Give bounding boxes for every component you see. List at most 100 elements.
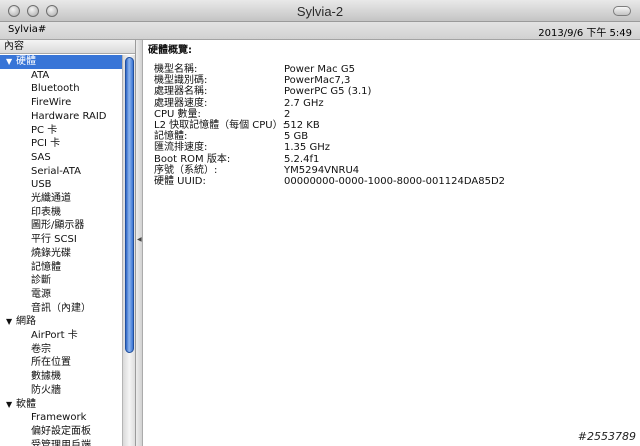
contents-sidebar: 內容 ▼ 硬體 ATA Bluetooth FireWire Hardware RAID P… [0, 40, 136, 446]
info-row: Boot ROM 版本: 5.2.4f1 [154, 154, 634, 165]
sidebar-item[interactable]: 卷宗 [0, 343, 122, 357]
sidebar-item-label: PCI 卡 [31, 138, 61, 150]
info-key: 處理器名稱: [154, 86, 208, 98]
info-value: 2 [284, 108, 291, 120]
info-row: 處理器名稱: PowerPC G5 (3.1) [154, 86, 634, 97]
sidebar-item-label: 偏好設定面板 [31, 425, 91, 437]
sidebar-item[interactable]: 光纖通道 [0, 192, 122, 206]
info-value: YM5294VNRU4 [284, 164, 360, 176]
sidebar-item[interactable]: 音訊（內建） [0, 302, 122, 316]
sidebar-item[interactable]: 燒錄光碟 [0, 247, 122, 261]
sidebar-item[interactable]: Framework [0, 411, 122, 425]
info-value: 2.7 GHz [284, 97, 324, 109]
sidebar-item-label: 卷宗 [31, 343, 51, 355]
sidebar-item[interactable]: ATA [0, 69, 122, 83]
info-key: 機型名稱: [154, 64, 198, 75]
info-value: PowerPC G5 (3.1) [284, 86, 372, 98]
sidebar-item[interactable]: PC 卡 [0, 124, 122, 138]
sidebar-item[interactable]: 數據機 [0, 370, 122, 384]
sidebar-section[interactable]: ▼ 網路 [0, 315, 122, 329]
sidebar-item-label: 燒錄光碟 [31, 247, 71, 259]
sidebar-item-label: 診斷 [31, 275, 51, 287]
info-row: 硬體 UUID: 00000000-0000-1000-8000-001124DA… [154, 176, 634, 187]
sidebar-item-label: 數據機 [31, 371, 61, 383]
info-value: PowerMac7,3 [284, 75, 351, 87]
info-value: 1.35 GHz [284, 142, 330, 154]
sidebar-item[interactable]: Serial-ATA [0, 165, 122, 179]
sidebar-item[interactable]: Hardware RAID [0, 110, 122, 124]
sidebar-item[interactable]: Bluetooth [0, 82, 122, 96]
sidebar-item[interactable]: 記憶體 [0, 261, 122, 275]
sidebar-item-label: FireWire [31, 97, 72, 109]
sidebar-item-label: 光纖通道 [31, 193, 71, 204]
sidebar-item-label: 防火牆 [31, 384, 61, 396]
sidebar-item[interactable]: 印表機 [0, 206, 122, 220]
sidebar-item-label: 所在位置 [31, 357, 71, 369]
disclosure-triangle-icon[interactable]: ▼ [6, 398, 15, 412]
path-bar: Sylvia# 2013/9/6 下午 5:49 [0, 22, 640, 40]
sidebar-item-label: 硬體 [16, 56, 36, 67]
sidebar-item-label: 圖形/顯示器 [31, 220, 85, 232]
sidebar-item[interactable]: USB [0, 178, 122, 192]
info-row: L2 快取記憶體（每個 CPU）: 512 KB [154, 120, 634, 131]
sidebar-item-label: 受管理用戶端 [31, 439, 91, 446]
sidebar-item[interactable]: 診斷 [0, 274, 122, 288]
sidebar-item-label: 印表機 [31, 206, 61, 218]
sidebar-item-label: ATA [31, 69, 50, 81]
info-key: Boot ROM 版本: [154, 153, 231, 165]
sidebar-item-label: 軟體 [16, 398, 36, 410]
sidebar-item-label: SAS [31, 151, 51, 163]
info-key: 序號（系統）: [154, 164, 218, 176]
sidebar-item[interactable]: 防火牆 [0, 384, 122, 398]
info-row: 序號（系統）: YM5294VNRU4 [154, 165, 634, 176]
sidebar-item-label: Bluetooth [31, 83, 80, 95]
info-value: 512 KB [284, 120, 320, 131]
sidebar-item[interactable]: 所在位置 [0, 356, 122, 370]
info-row: 機型名稱: Power Mac G5 [154, 64, 634, 75]
sidebar-item-label: Serial-ATA [31, 165, 81, 177]
info-row: 匯流排速度: 1.35 GHz [154, 142, 634, 153]
sidebar-item[interactable]: AirPort 卡 [0, 329, 122, 343]
watermark: #2553789 [577, 430, 636, 443]
info-row: 機型識別碼: PowerMac7,3 [154, 75, 634, 86]
section-title: 硬體概覽: [148, 45, 192, 56]
sidebar-item-label: Framework [31, 412, 87, 424]
info-value: 00000000-0000-1000-8000-001124DA85D2 [284, 176, 506, 187]
sidebar-item-label: PC 卡 [31, 124, 58, 136]
info-key: 機型識別碼: [154, 75, 208, 87]
sidebar-item[interactable]: PCI 卡 [0, 137, 122, 151]
sidebar-item[interactable]: 偏好設定面板 [0, 425, 122, 439]
sidebar-scroll-thumb[interactable] [125, 57, 134, 353]
info-key: 處理器速度: [154, 97, 208, 109]
window-title: Sylvia-2 [296, 4, 344, 19]
sidebar-item[interactable]: FireWire [0, 96, 122, 110]
info-row: CPU 數量: 2 [154, 109, 634, 120]
info-row: 記憶體: 5 GB [154, 131, 634, 142]
info-key: L2 快取記憶體（每個 CPU）: [154, 120, 286, 131]
info-row: 處理器速度: 2.7 GHz [154, 98, 634, 109]
disclosure-triangle-icon[interactable]: ▼ [6, 55, 15, 69]
sidebar-item[interactable]: SAS [0, 151, 122, 165]
sidebar-item-label: 音訊（內建） [31, 302, 91, 314]
info-key: 記憶體: [154, 131, 188, 143]
info-key: CPU 數量: [154, 108, 201, 120]
info-value: Power Mac G5 [284, 64, 355, 75]
sidebar-scrollbar[interactable] [122, 55, 135, 446]
info-key: 硬體 UUID: [154, 176, 206, 187]
sidebar-item-label: 平行 SCSI [31, 234, 77, 246]
report-datetime: 2013/9/6 下午 5:49 [538, 28, 632, 39]
info-value: 5.2.4f1 [284, 153, 320, 165]
sidebar-section[interactable]: ▼ 硬體 [0, 55, 122, 69]
toolbar-toggle-button[interactable] [613, 6, 631, 16]
sidebar-item[interactable]: 圖形/顯示器 [0, 219, 122, 233]
sidebar-item[interactable]: 電源 [0, 288, 122, 302]
sidebar-item[interactable]: 平行 SCSI [0, 233, 122, 247]
sidebar-header: 內容 [0, 40, 135, 54]
split-view-divider[interactable]: ◀ [136, 40, 143, 446]
sidebar-section[interactable]: ▼ 軟體 [0, 398, 122, 412]
sidebar-item[interactable]: 受管理用戶端 [0, 439, 122, 446]
computer-name: Sylvia# [8, 24, 47, 35]
sidebar-item-label: 網路 [16, 316, 36, 328]
sidebar-item-label: USB [31, 179, 52, 191]
disclosure-triangle-icon[interactable]: ▼ [6, 315, 15, 329]
